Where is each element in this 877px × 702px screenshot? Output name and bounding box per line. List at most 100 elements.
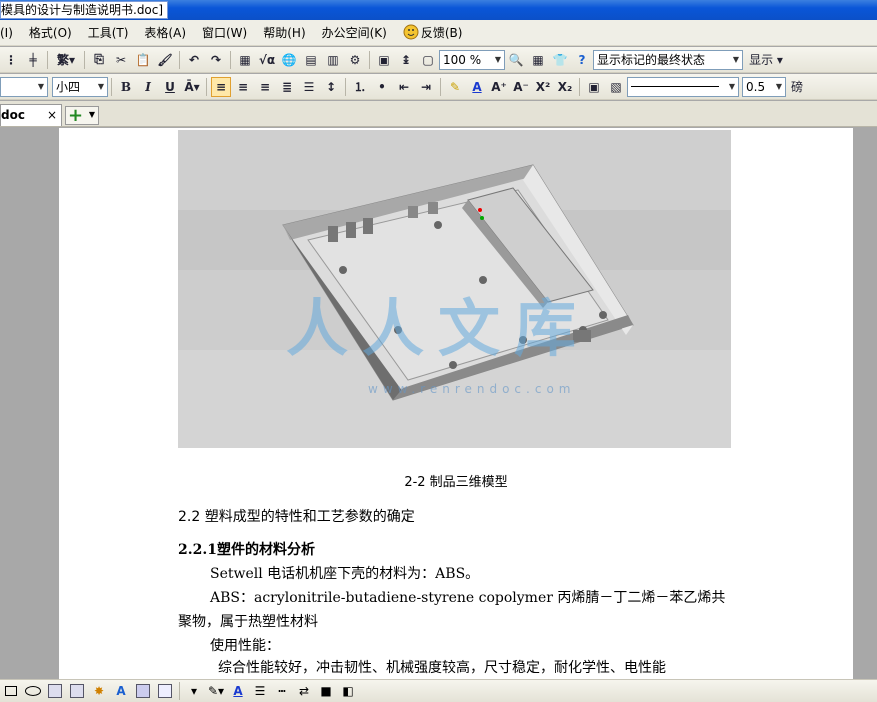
paragraph-abs: ABS：acrylonitrile-butadiene-styrene copo… bbox=[178, 590, 726, 630]
undo-icon[interactable]: ↶ bbox=[184, 50, 204, 70]
fill-color-icon[interactable]: ▾ bbox=[184, 682, 204, 700]
show-button[interactable]: 显示 ▾ bbox=[744, 50, 788, 70]
split-icon[interactable]: ╪ bbox=[23, 50, 43, 70]
bullets-icon[interactable]: • bbox=[372, 77, 392, 97]
copy-icon[interactable]: ⎘ bbox=[89, 50, 109, 70]
plus-icon: + bbox=[68, 105, 84, 126]
menu-feedback-label: 反馈(B) bbox=[420, 25, 463, 40]
line-weight-unit: 磅 bbox=[790, 80, 803, 94]
align-right-icon[interactable]: ≡ bbox=[255, 77, 275, 97]
reading-icon[interactable]: ▢ bbox=[418, 50, 438, 70]
character-scale-icon[interactable]: Ā▾ bbox=[182, 77, 202, 97]
menu-bar: (I) 格式(O) 工具(T) 表格(A) 窗口(W) 帮助(H) 办公空间(K… bbox=[0, 20, 877, 46]
border-icon[interactable]: ▣ bbox=[584, 77, 604, 97]
numbering-icon[interactable]: ⒈ bbox=[350, 77, 370, 97]
document-map-icon[interactable]: ▣ bbox=[374, 50, 394, 70]
research-icon[interactable]: ▦ bbox=[528, 50, 548, 70]
drawing-font-color-icon[interactable]: A bbox=[228, 682, 248, 700]
align-left-icon[interactable]: ≡ bbox=[211, 76, 231, 97]
justify-icon[interactable]: ≣ bbox=[277, 77, 297, 97]
document-page[interactable]: 人人文库 www.renrendoc.com 2-2 制品三维模型 2.2 塑料… bbox=[59, 128, 853, 679]
line-style-icon[interactable]: ☰ bbox=[250, 682, 270, 700]
feedback-icon bbox=[403, 23, 419, 39]
product-3d-model-image: 人人文库 www.renrendoc.com bbox=[178, 130, 731, 448]
window-title: 模具的设计与制造说明书.doc] bbox=[0, 1, 169, 19]
shading-icon[interactable]: ▧ bbox=[606, 77, 626, 97]
title-bar: 模具的设计与制造说明书.doc] bbox=[0, 0, 877, 20]
new-tab-button[interactable]: + ▼ bbox=[65, 105, 99, 126]
traditional-chinese-icon[interactable]: 繁▾ bbox=[52, 50, 80, 70]
shadow-icon[interactable]: ■ bbox=[316, 682, 336, 700]
menu-feedback[interactable]: 反馈(B) bbox=[395, 20, 471, 46]
menu-format[interactable]: 格式(O) bbox=[21, 20, 80, 46]
italic-button[interactable]: I bbox=[138, 77, 158, 97]
table-grid-icon[interactable]: ▤ bbox=[301, 50, 321, 70]
line-style-select[interactable]: ▼ bbox=[627, 76, 739, 97]
paste-icon[interactable]: 📋 bbox=[133, 50, 153, 70]
shirt-icon[interactable]: 👕 bbox=[550, 50, 570, 70]
highlight-icon[interactable]: ✎ bbox=[445, 77, 465, 97]
wordart-icon[interactable]: A bbox=[111, 682, 131, 700]
chart-icon[interactable] bbox=[155, 682, 175, 700]
line-weight-select[interactable]: 0.5 ▼ bbox=[742, 76, 786, 97]
align-center-icon[interactable]: ≡ bbox=[233, 77, 253, 97]
standard-toolbar: ⋮ ╪ 繁▾ ⎘ ✂ 📋 🖌 ↶ ↷ ▦ √α 🌐 ▤ ▥ ⚙ ▣ ↨ ▢ 10… bbox=[0, 47, 877, 73]
menu-window[interactable]: 窗口(W) bbox=[194, 20, 255, 46]
shrink-font-icon[interactable]: A⁻ bbox=[511, 77, 531, 97]
font-size-select[interactable]: 小四 ▼ bbox=[52, 76, 108, 97]
oval-icon[interactable] bbox=[23, 682, 43, 700]
subscript-icon[interactable]: X₂ bbox=[555, 77, 575, 97]
show-hide-icon[interactable]: ↨ bbox=[396, 50, 416, 70]
globe-icon[interactable]: 🌐 bbox=[279, 50, 299, 70]
toolbar-handle-icon[interactable]: ⋮ bbox=[1, 50, 21, 70]
redo-icon[interactable]: ↷ bbox=[206, 50, 226, 70]
menu-help[interactable]: 帮助(H) bbox=[255, 20, 313, 46]
menu-insert[interactable]: (I) bbox=[0, 20, 21, 46]
markup-display-select[interactable]: 显示标记的最终状态 ▼ bbox=[593, 49, 743, 70]
paragraph-material: Setwell 电话机机座下壳的材料为：ABS。 bbox=[210, 566, 480, 582]
drawing-icon[interactable]: ⚙ bbox=[345, 50, 365, 70]
help-icon[interactable]: ? bbox=[572, 50, 592, 70]
clipart-icon[interactable]: ✸ bbox=[89, 682, 109, 700]
font-color-icon[interactable]: A bbox=[467, 77, 487, 97]
format-painter-icon[interactable]: 🖌 bbox=[155, 50, 175, 70]
tab-document-label: doc bbox=[1, 108, 25, 122]
insert-table-icon[interactable]: ▦ bbox=[235, 50, 255, 70]
3d-icon[interactable]: ◧ bbox=[338, 682, 358, 700]
increase-indent-icon[interactable]: ⇥ bbox=[416, 77, 436, 97]
paragraph-use-performance: 使用性能： bbox=[210, 638, 280, 654]
binoculars-icon[interactable]: 🔍 bbox=[506, 50, 526, 70]
line-spacing-icon[interactable]: ↕ bbox=[321, 77, 341, 97]
cut-icon[interactable]: ✂ bbox=[111, 50, 131, 70]
menu-tools[interactable]: 工具(T) bbox=[80, 20, 137, 46]
textbox-icon[interactable] bbox=[45, 682, 65, 700]
superscript-icon[interactable]: X² bbox=[533, 77, 553, 97]
columns-icon[interactable]: ▥ bbox=[323, 50, 343, 70]
chevron-down-icon: ▼ bbox=[88, 110, 95, 119]
picture-icon[interactable] bbox=[133, 682, 153, 700]
menu-office-space[interactable]: 办公空间(K) bbox=[314, 20, 395, 46]
vertical-textbox-icon[interactable] bbox=[67, 682, 87, 700]
formula-icon[interactable]: √α bbox=[257, 50, 277, 70]
formatting-toolbar: ▼ 小四 ▼ B I U Ā▾ ≡ ≡ ≡ ≣ ☰ ↕ ⒈ • ⇤ ⇥ ✎ A A… bbox=[0, 74, 877, 100]
figure-caption: 2-2 制品三维模型 bbox=[404, 475, 508, 490]
section-heading-2-2: 2.2 塑料成型的特性和工艺参数的确定 bbox=[178, 509, 415, 525]
bold-button[interactable]: B bbox=[116, 77, 136, 97]
distributed-icon[interactable]: ☰ bbox=[299, 77, 319, 97]
tab-document[interactable]: doc × bbox=[0, 104, 62, 126]
underline-button[interactable]: U bbox=[160, 77, 180, 97]
rectangle-icon[interactable] bbox=[1, 682, 21, 700]
line-color-icon[interactable]: ✎▾ bbox=[206, 682, 226, 700]
grow-font-icon[interactable]: A⁺ bbox=[489, 77, 509, 97]
paragraph-properties: 综合性能较好，冲击韧性、机械强度较高，尺寸稳定，耐化学性、电性能 bbox=[218, 660, 666, 676]
arrow-style-icon[interactable]: ⇄ bbox=[294, 682, 314, 700]
drawing-toolbar: ✸ A ▾ ✎▾ A ☰ ┅ ⇄ ■ ◧ bbox=[0, 679, 877, 702]
page-margin-right bbox=[853, 128, 877, 679]
menu-table[interactable]: 表格(A) bbox=[136, 20, 194, 46]
decrease-indent-icon[interactable]: ⇤ bbox=[394, 77, 414, 97]
dash-style-icon[interactable]: ┅ bbox=[272, 682, 292, 700]
zoom-select[interactable]: 100 % ▼ bbox=[439, 49, 505, 70]
watermark-text: 人人文库 bbox=[286, 292, 591, 365]
font-name-select[interactable]: ▼ bbox=[0, 76, 48, 97]
close-tab-icon[interactable]: × bbox=[47, 105, 57, 125]
